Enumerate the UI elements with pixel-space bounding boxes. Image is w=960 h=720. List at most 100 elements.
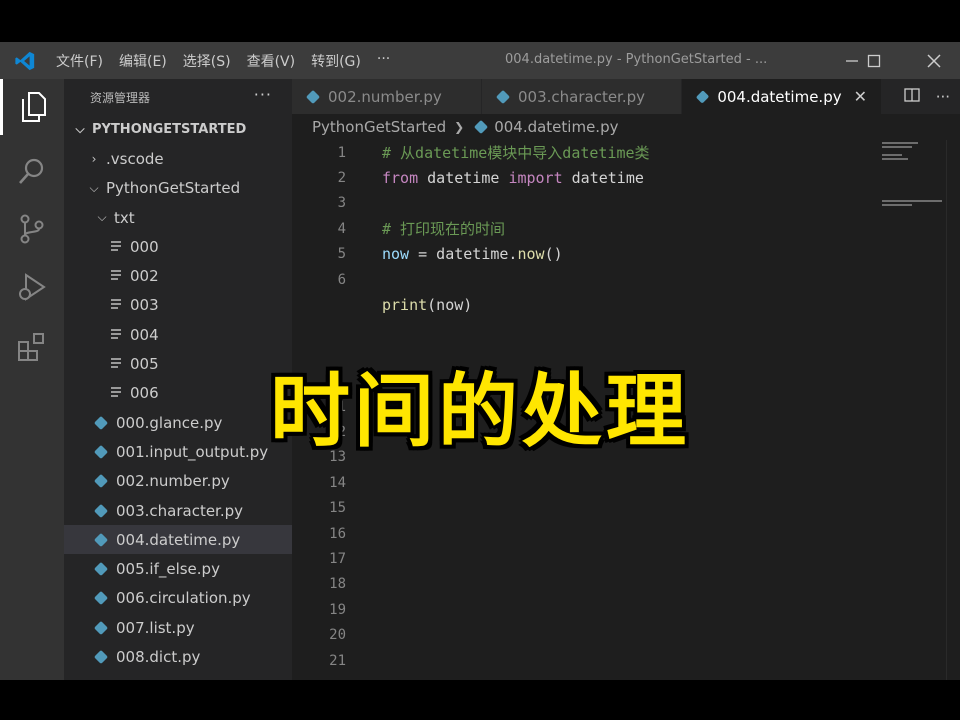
file-item[interactable]: 003 [64, 291, 292, 320]
code-text: # 打印现在的时间 [346, 218, 505, 239]
python-file-icon [305, 89, 321, 104]
menu-item[interactable]: 转到(G) [305, 51, 367, 71]
code-line: 16 [292, 521, 872, 546]
chevron-down-icon: ⌵ [75, 122, 85, 137]
line-number: 19 [329, 601, 346, 618]
file-item[interactable]: 002.number.py [64, 467, 292, 496]
tree-item-label: PythonGetStarted [106, 179, 241, 198]
maximize-icon[interactable] [854, 42, 894, 79]
line-number: 16 [329, 525, 346, 542]
breadcrumb-file[interactable]: 004.datetime.py [494, 118, 618, 136]
code-text: # 从datetime模块中导入datetime类 [346, 142, 650, 163]
line-number: 6 [337, 271, 346, 288]
code-line: 2 from datetime import datetime [292, 165, 872, 190]
explorer-icon[interactable] [0, 79, 64, 135]
breadcrumb-folder[interactable]: PythonGetStarted [312, 118, 446, 136]
code-line: 15 [292, 495, 872, 520]
python-file-icon [93, 474, 109, 489]
menu-item[interactable]: ··· [371, 51, 396, 71]
file-item[interactable]: 005.if_else.py [64, 554, 292, 583]
file-item[interactable]: 003.character.py [64, 496, 292, 525]
file-item[interactable]: 004.datetime.py [64, 525, 292, 555]
tree-item-label: 004.datetime.py [116, 530, 241, 549]
search-icon[interactable] [0, 143, 64, 199]
code-text: now = datetime.now() [346, 245, 563, 263]
tab-003-character-py[interactable]: 003.character.py [482, 79, 682, 114]
split-editor-icon[interactable] [904, 87, 920, 107]
code-token: print [382, 296, 428, 315]
tree-item-label: 007.list.py [116, 618, 195, 637]
tree-item-label: .vscode [106, 149, 164, 168]
code-line: 17 [292, 546, 872, 571]
folder-item[interactable]: ⌵ PythonGetStarted [64, 174, 292, 203]
code-line: 4 # 打印现在的时间 [292, 216, 872, 241]
python-file-icon [93, 649, 109, 665]
code-token: # 打印现在的时间 [382, 220, 506, 239]
code-text: print(now) [346, 296, 472, 314]
python-file-icon [93, 503, 109, 518]
python-file-icon [93, 562, 109, 577]
explorer-title: 资源管理器 [90, 90, 151, 105]
workspace-root[interactable]: ⌵ PYTHONGETSTARTED [64, 115, 292, 144]
line-number: 1 [337, 144, 346, 161]
source-control-icon[interactable] [0, 201, 64, 257]
line-number: 20 [329, 627, 346, 644]
tree-item-label: txt [114, 208, 135, 227]
close-tab-icon[interactable]: ✕ [854, 87, 867, 106]
tree-item-label: 000 [130, 237, 159, 256]
code-line: 3 [292, 191, 872, 216]
line-number: 15 [329, 500, 346, 517]
vscode-logo-icon [0, 42, 50, 79]
code-token: # 从datetime模块中导入datetime类 [382, 144, 650, 163]
line-number: 5 [337, 246, 346, 263]
text-file-icon [110, 296, 124, 314]
folder-item[interactable]: › .vscode [64, 144, 292, 173]
code-line: 21 [292, 648, 872, 673]
code-line: 1 # 从datetime模块中导入datetime类 [292, 140, 872, 165]
code-line: 18 [292, 572, 872, 597]
text-file-icon [110, 238, 124, 256]
more-actions-icon[interactable]: ··· [936, 88, 950, 106]
folder-item[interactable]: ⌵ txt [64, 203, 292, 232]
tab-004-datetime-py[interactable]: 004.datetime.py ✕ [682, 79, 882, 114]
line-number: 21 [329, 652, 346, 669]
minimap-line [882, 200, 942, 202]
tree-item-label: 005.if_else.py [116, 560, 220, 579]
file-item[interactable]: 008.dict.py [64, 642, 292, 671]
code-line: 14 [292, 470, 872, 495]
python-file-icon [474, 119, 489, 135]
close-window-icon[interactable] [914, 42, 954, 79]
tab-label: 003.character.py [518, 87, 646, 106]
line-number: 18 [329, 576, 346, 593]
file-item[interactable]: 000 [64, 232, 292, 261]
file-item[interactable]: 006.circulation.py [64, 584, 292, 613]
run-debug-icon[interactable] [0, 259, 64, 315]
tree-item-label: 003 [130, 296, 159, 315]
code-text: from datetime import datetime [346, 169, 644, 187]
code-line: 20 [292, 622, 872, 647]
chevron-right-icon: › [91, 151, 97, 166]
letterbox-bottom [0, 680, 960, 720]
minimap[interactable] [882, 140, 946, 260]
tab-002-number-py[interactable]: 002.number.py [292, 79, 482, 114]
menu-item[interactable]: 编辑(E) [113, 51, 173, 71]
file-item[interactable]: 002 [64, 261, 292, 290]
video-caption: 时间的处理 [270, 365, 690, 458]
code-token: now [382, 245, 410, 264]
more-actions-icon[interactable]: ··· [254, 85, 272, 104]
tree-item-label: 004 [130, 325, 159, 344]
explorer-header: 资源管理器 ··· [64, 79, 292, 115]
code-token: = datetime. [409, 245, 518, 264]
chevron-right-icon: ❯ [454, 120, 465, 134]
tree-item-label: 006.circulation.py [116, 589, 251, 608]
code-token: from [382, 169, 419, 188]
menu-item[interactable]: 选择(S) [177, 51, 237, 71]
menu-item[interactable]: 查看(V) [241, 51, 302, 71]
python-file-icon [93, 591, 109, 606]
text-file-icon [110, 267, 124, 285]
file-item[interactable]: 004 [64, 320, 292, 349]
editor-actions: ··· [904, 79, 950, 114]
menu-item[interactable]: 文件(F) [50, 51, 109, 71]
file-item[interactable]: 007.list.py [64, 613, 292, 642]
